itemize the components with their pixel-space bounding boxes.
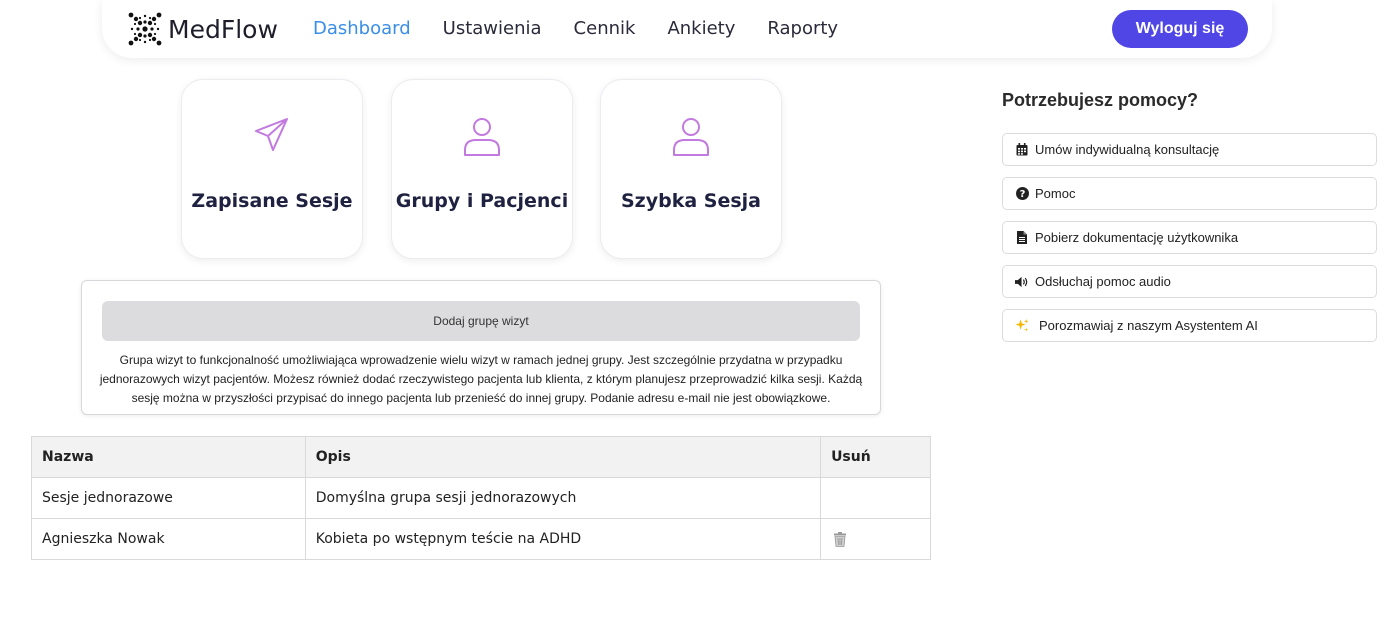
document-icon bbox=[1015, 231, 1029, 245]
user-icon bbox=[464, 118, 500, 156]
top-navbar: MedFlow Dashboard Ustawienia Cennik Anki… bbox=[102, 0, 1272, 58]
speaker-icon bbox=[1015, 275, 1029, 289]
cell-delete bbox=[820, 477, 931, 519]
card-title: Zapisane Sesje bbox=[191, 190, 353, 212]
paper-plane-icon bbox=[255, 118, 288, 151]
cell-name: Sesje jednorazowe bbox=[31, 477, 306, 519]
brand-name: MedFlow bbox=[168, 14, 278, 44]
help-item-label: Pobierz dokumentację użytkownika bbox=[1035, 230, 1239, 245]
logout-button[interactable]: Wyloguj się bbox=[1112, 10, 1248, 48]
logo-mark-icon bbox=[128, 12, 162, 46]
cell-name: Agnieszka Nowak bbox=[31, 518, 306, 560]
add-group-panel: Dodaj grupę wizyt Grupa wizyt to funkcjo… bbox=[81, 280, 881, 415]
add-group-button[interactable]: Dodaj grupę wizyt bbox=[102, 301, 860, 341]
table-header-row: Nazwa Opis Usuń bbox=[31, 436, 931, 478]
table-row[interactable]: Sesje jednorazowe Domyślna grupa sesji j… bbox=[31, 477, 931, 519]
help-title: Potrzebujesz pomocy? bbox=[1002, 90, 1199, 110]
sparkles-icon bbox=[1015, 318, 1029, 333]
calendar-icon bbox=[1015, 143, 1029, 157]
nav-link-cennik[interactable]: Cennik bbox=[574, 18, 636, 39]
cell-description: Kobieta po wstępnym teście na ADHD bbox=[304, 518, 822, 560]
nav-link-dashboard[interactable]: Dashboard bbox=[313, 18, 411, 39]
card-quick-session[interactable]: Szybka Sesja bbox=[600, 79, 782, 259]
question-circle-icon: ? bbox=[1015, 187, 1029, 201]
help-item-label: Porozmawiaj z naszym Asystentem AI bbox=[1039, 318, 1258, 333]
help-item-label: Umów indywidualną konsultację bbox=[1035, 142, 1220, 157]
table-row[interactable]: Agnieszka Nowak Kobieta po wstępnym teśc… bbox=[31, 518, 931, 560]
nav-link-ankiety[interactable]: Ankiety bbox=[667, 18, 735, 39]
card-title: Szybka Sesja bbox=[620, 190, 761, 212]
help-item-audio[interactable]: Odsłuchaj pomoc audio bbox=[1002, 265, 1377, 298]
help-item-help[interactable]: ? Pomoc bbox=[1002, 177, 1377, 210]
groups-table: Nazwa Opis Usuń Sesje jednorazowe Domyśl… bbox=[31, 436, 931, 560]
brand-logo[interactable]: MedFlow bbox=[126, 10, 278, 48]
help-item-label: Pomoc bbox=[1035, 186, 1076, 201]
nav-link-raporty[interactable]: Raporty bbox=[767, 18, 838, 39]
column-header-name: Nazwa bbox=[31, 436, 306, 478]
nav-link-ustawienia[interactable]: Ustawienia bbox=[443, 18, 542, 39]
column-header-delete: Usuń bbox=[820, 436, 931, 478]
card-groups-patients[interactable]: Grupy i Pacjenci bbox=[391, 79, 573, 259]
help-item-label: Odsłuchaj pomoc audio bbox=[1035, 274, 1171, 289]
help-item-consultation[interactable]: Umów indywidualną konsultację bbox=[1002, 133, 1377, 166]
cell-delete bbox=[820, 518, 931, 560]
card-title: Grupy i Pacjenci bbox=[395, 190, 569, 212]
card-saved-sessions[interactable]: Zapisane Sesje bbox=[181, 79, 363, 259]
main-nav: Dashboard Ustawienia Cennik Ankiety Rapo… bbox=[313, 18, 870, 39]
cell-description: Domyślna grupa sesji jednorazowych bbox=[304, 477, 822, 519]
user-icon bbox=[673, 118, 709, 156]
svg-text:?: ? bbox=[1019, 189, 1025, 200]
column-header-description: Opis bbox=[304, 436, 822, 478]
help-item-download-docs[interactable]: Pobierz dokumentację użytkownika bbox=[1002, 221, 1377, 254]
group-description: Grupa wizyt to funkcjonalność umożliwiaj… bbox=[99, 353, 863, 405]
help-item-ai-assistant[interactable]: Porozmawiaj z naszym Asystentem AI bbox=[1002, 309, 1377, 342]
trash-icon[interactable] bbox=[833, 531, 847, 547]
